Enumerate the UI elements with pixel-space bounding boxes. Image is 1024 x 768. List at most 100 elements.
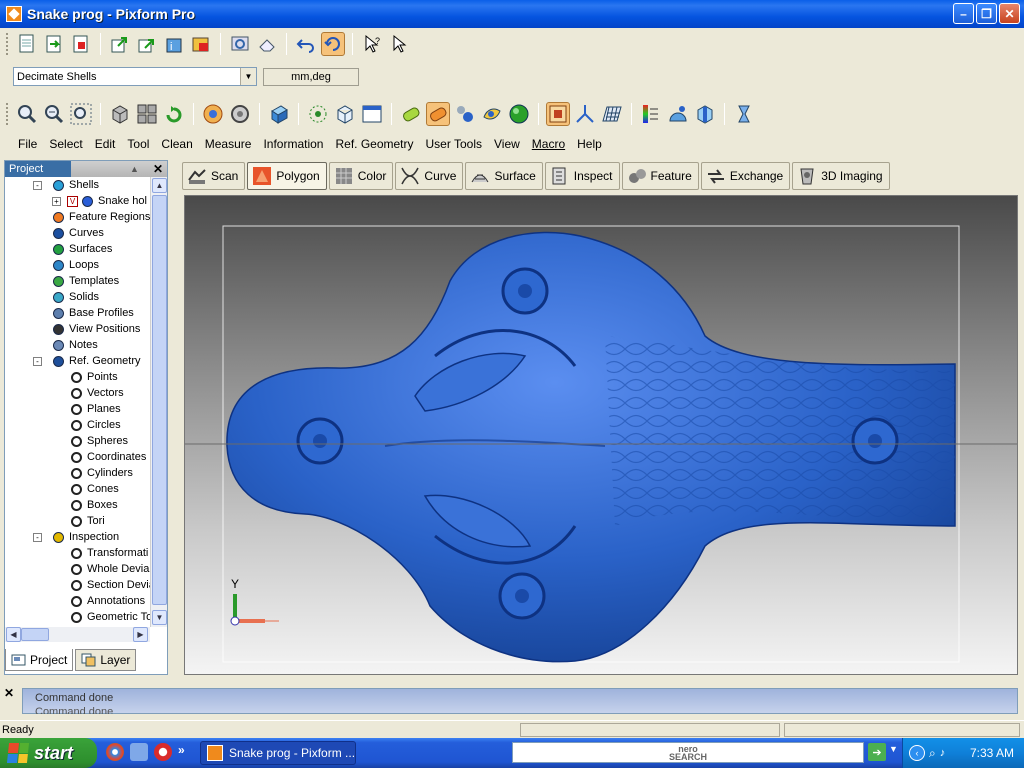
tree-item[interactable]: Spheres	[5, 433, 150, 449]
tree-item[interactable]: Planes	[5, 401, 150, 417]
search-icon[interactable]: ⌕	[929, 746, 936, 761]
search-go-icon[interactable]: ➔	[868, 743, 886, 761]
sphere-render-icon[interactable]	[507, 102, 531, 126]
box-select-icon[interactable]	[546, 102, 570, 126]
start-button[interactable]: start	[0, 738, 97, 768]
tree-item[interactable]: Circles	[5, 417, 150, 433]
tree-item[interactable]: - Shells	[5, 177, 150, 193]
scroll-up-icon[interactable]: ▲	[152, 178, 167, 193]
tree-item[interactable]: Geometric To	[5, 609, 150, 625]
properties-icon[interactable]: i	[162, 32, 186, 56]
capsule-orange-icon[interactable]	[426, 102, 450, 126]
zoom-window-icon[interactable]	[228, 32, 252, 56]
select-pointer-icon[interactable]	[387, 32, 411, 56]
3d-viewport[interactable]: Y	[184, 195, 1018, 675]
menu-edit[interactable]: Edit	[89, 137, 122, 151]
open-file-icon[interactable]	[42, 32, 66, 56]
scroll-down-icon[interactable]: ▼	[152, 610, 167, 625]
maximize-button[interactable]: ❐	[976, 3, 997, 24]
tree-vertical-scrollbar[interactable]: ▲ ▼	[150, 177, 167, 627]
light-source-icon[interactable]	[666, 102, 690, 126]
tray-expand-icon[interactable]: ‹	[909, 745, 925, 761]
panel-close-icon[interactable]: ✕	[153, 162, 163, 176]
tree-item[interactable]: Points	[5, 369, 150, 385]
zoom-icon[interactable]	[15, 102, 39, 126]
undo-icon[interactable]	[294, 32, 318, 56]
tree-item[interactable]: Whole Devial	[5, 561, 150, 577]
collapse-icon[interactable]: -	[33, 356, 42, 366]
taskbar-item-pixform[interactable]: Snake prog - Pixform ...	[200, 741, 356, 765]
tab-curve[interactable]: Curve	[395, 162, 464, 190]
toolbar-grip[interactable]	[6, 103, 9, 125]
menu-help[interactable]: Help	[571, 137, 608, 151]
tab-3d-imaging[interactable]: 3D Imaging	[792, 162, 890, 190]
tree-item[interactable]: Surfaces	[5, 241, 150, 257]
output-log[interactable]: Command done Command done	[22, 688, 1018, 714]
section-view-icon[interactable]	[693, 102, 717, 126]
visibility-checkbox[interactable]: V	[67, 195, 78, 207]
minimize-button[interactable]: –	[953, 3, 974, 24]
pan-view-icon[interactable]	[201, 102, 225, 126]
tree-horizontal-scrollbar[interactable]: ◀ ▶	[5, 627, 150, 642]
media-icon[interactable]	[154, 743, 172, 761]
zoom-box-icon[interactable]	[69, 102, 93, 126]
tree-item[interactable]: Boxes	[5, 497, 150, 513]
chevron-down-icon[interactable]: ▼	[240, 68, 256, 85]
tab-feature[interactable]: Feature	[621, 162, 699, 190]
grid-plane-icon[interactable]	[600, 102, 624, 126]
search-options-icon[interactable]: ▼	[889, 744, 898, 754]
menu-select[interactable]: Select	[43, 137, 88, 151]
tab-scan[interactable]: Scan	[182, 162, 246, 190]
app-icon[interactable]	[6, 6, 22, 22]
multi-view-icon[interactable]	[135, 102, 159, 126]
tree-item[interactable]: Coordinates	[5, 449, 150, 465]
rotate-3d-icon[interactable]	[228, 102, 252, 126]
tree-item[interactable]: Feature Regions	[5, 209, 150, 225]
close-button[interactable]: ✕	[999, 3, 1020, 24]
tree-item[interactable]: Annotations	[5, 593, 150, 609]
tree-item[interactable]: - Ref. Geometry	[5, 353, 150, 369]
hourglass-icon[interactable]	[732, 102, 756, 126]
eraser-icon[interactable]	[255, 32, 279, 56]
menu-measure[interactable]: Measure	[199, 137, 258, 151]
axis-triad-icon[interactable]	[573, 102, 597, 126]
tree-item[interactable]: Transformati	[5, 545, 150, 561]
image-capture-icon[interactable]	[189, 32, 213, 56]
tree-item[interactable]: - Inspection	[5, 529, 150, 545]
toolbar-grip[interactable]	[6, 33, 9, 55]
messenger-icon[interactable]	[130, 743, 148, 761]
tab-surface[interactable]: Surface	[465, 162, 543, 190]
wireframe-icon[interactable]	[333, 102, 357, 126]
tab-exchange[interactable]: Exchange	[700, 162, 791, 190]
scroll-right-icon[interactable]: ▶	[133, 627, 148, 642]
tree-item[interactable]: View Positions	[5, 321, 150, 337]
tree-item[interactable]: Solids	[5, 289, 150, 305]
tab-inspect[interactable]: Inspect	[544, 162, 620, 190]
tree-item[interactable]: Vectors	[5, 385, 150, 401]
menu-user-tools[interactable]: User Tools	[420, 137, 488, 151]
scrollbar-thumb[interactable]	[152, 195, 167, 605]
tab-polygon[interactable]: Polygon	[247, 162, 327, 190]
tree-item[interactable]: Cylinders	[5, 465, 150, 481]
surface-patch-icon[interactable]	[480, 102, 504, 126]
help-pointer-icon[interactable]: ?	[360, 32, 384, 56]
close-file-icon[interactable]	[69, 32, 93, 56]
shaded-solid-icon[interactable]	[267, 102, 291, 126]
chevron-right-icon[interactable]: »	[178, 743, 196, 761]
points-view-icon[interactable]	[306, 102, 330, 126]
tab-layer[interactable]: Layer	[75, 649, 137, 671]
chrome-icon[interactable]	[106, 743, 124, 761]
rotate-view-icon[interactable]	[162, 102, 186, 126]
scroll-left-icon[interactable]: ◀	[6, 627, 21, 642]
import-icon[interactable]	[108, 32, 132, 56]
export-icon[interactable]	[135, 32, 159, 56]
tree-item[interactable]: Curves	[5, 225, 150, 241]
scrollbar-thumb[interactable]	[21, 628, 49, 641]
menu-information[interactable]: Information	[257, 137, 329, 151]
view-cube-icon[interactable]	[108, 102, 132, 126]
tree-item[interactable]: Templates	[5, 273, 150, 289]
zoom-fit-icon[interactable]	[42, 102, 66, 126]
window-view-icon[interactable]	[360, 102, 384, 126]
search-input[interactable]: nero SEARCH	[512, 742, 864, 763]
tree-item[interactable]: Section Devia	[5, 577, 150, 593]
